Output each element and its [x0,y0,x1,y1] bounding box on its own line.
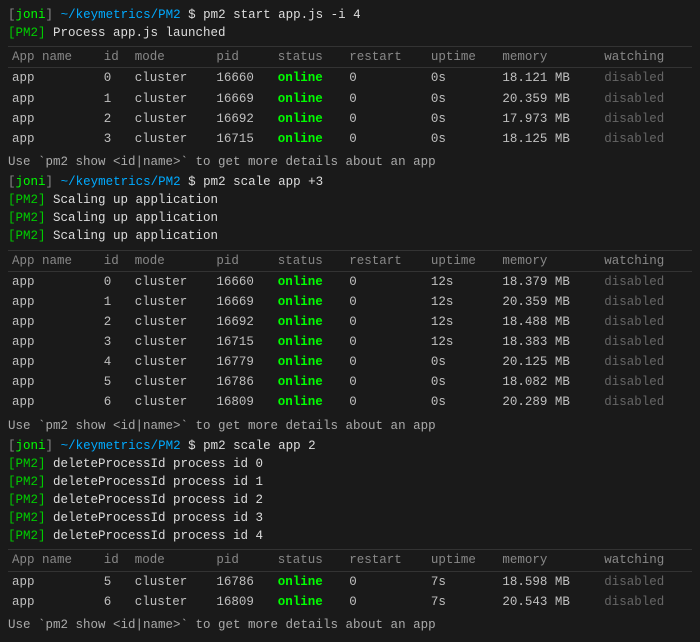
output-3-line-3: [PM2] deleteProcessId process id 2 [8,491,692,509]
th-id-2: id [100,250,131,271]
prompt-path-3: ~/keymetrics/PM2 [61,439,181,453]
hint-1: Use `pm2 show <id|name>` to get more det… [8,153,692,171]
th-pid-2: pid [212,250,273,271]
output-1-line-1: [PM2] Process app.js launched [8,24,692,42]
th-status-2: status [274,250,346,271]
section-3: [joni] ~/keymetrics/PM2 $ pm2 scale app … [8,437,692,634]
section-1: [joni] ~/keymetrics/PM2 $ pm2 start app.… [8,6,692,171]
table-3-header-row: App name id mode pid status restart upti… [8,550,692,571]
bracket-open-2: [ [8,175,16,189]
table-row: app5cluster16786online07s18.598 MBdisabl… [8,571,692,592]
cmd-2: $ pm2 scale app +3 [188,175,323,189]
hint-3: Use `pm2 show <id|name>` to get more det… [8,616,692,634]
output-2-line-1: [PM2] Scaling up application [8,191,692,209]
table-row: app2cluster16692online00s17.973 MBdisabl… [8,109,692,129]
table-row: app0cluster16660online00s18.121 MBdisabl… [8,68,692,89]
th-pid-3: pid [212,550,273,571]
cmd-3: $ pm2 scale app 2 [188,439,316,453]
table-row: app1cluster16669online00s20.359 MBdisabl… [8,89,692,109]
th-appname-2: App name [8,250,100,271]
hint-2: Use `pm2 show <id|name>` to get more det… [8,417,692,435]
th-restart-1: restart [345,47,427,68]
th-watching-1: watching [600,47,692,68]
th-id-1: id [100,47,131,68]
table-3-wrapper: App name id mode pid status restart upti… [8,549,692,611]
th-appname-3: App name [8,550,100,571]
table-1-header-row: App name id mode pid status restart upti… [8,47,692,68]
terminal-window: [joni] ~/keymetrics/PM2 $ pm2 start app.… [8,6,692,634]
th-restart-2: restart [345,250,427,271]
table-2: App name id mode pid status restart upti… [8,250,692,413]
th-pid-1: pid [212,47,273,68]
th-memory-3: memory [498,550,600,571]
cmd-1: $ pm2 start app.js -i 4 [188,8,361,22]
table-row: app3cluster16715online00s18.125 MBdisabl… [8,129,692,149]
prompt-line-3: [joni] ~/keymetrics/PM2 $ pm2 scale app … [8,437,692,455]
bracket-close-2: ] [46,175,54,189]
output-3-line-1: [PM2] deleteProcessId process id 0 [8,455,692,473]
th-status-3: status [274,550,346,571]
table-row: app6cluster16809online00s20.289 MBdisabl… [8,392,692,412]
th-mode-1: mode [131,47,213,68]
section-2: [joni] ~/keymetrics/PM2 $ pm2 scale app … [8,173,692,435]
th-uptime-3: uptime [427,550,499,571]
th-restart-3: restart [345,550,427,571]
output-3-line-2: [PM2] deleteProcessId process id 1 [8,473,692,491]
prompt-line-2: [joni] ~/keymetrics/PM2 $ pm2 scale app … [8,173,692,191]
prompt-user-3: joni [16,439,46,453]
bracket-open-1: [ [8,8,16,22]
table-1: App name id mode pid status restart upti… [8,46,692,149]
prompt-path-2: ~/keymetrics/PM2 [61,175,181,189]
bracket-close-1: ] [46,8,54,22]
table-row: app1cluster16669online012s20.359 MBdisab… [8,292,692,312]
pm2-tag-1: [PM2] [8,26,46,40]
bracket-close-3: ] [46,439,54,453]
th-uptime-2: uptime [427,250,499,271]
table-row: app4cluster16779online00s20.125 MBdisabl… [8,352,692,372]
table-row: app6cluster16809online07s20.543 MBdisabl… [8,592,692,612]
th-watching-3: watching [600,550,692,571]
prompt-path-1: ~/keymetrics/PM2 [61,8,181,22]
th-appname-1: App name [8,47,100,68]
table-row: app0cluster16660online012s18.379 MBdisab… [8,271,692,292]
table-row: app3cluster16715online012s18.383 MBdisab… [8,332,692,352]
table-3: App name id mode pid status restart upti… [8,549,692,611]
table-1-wrapper: App name id mode pid status restart upti… [8,46,692,149]
prompt-line-1: [joni] ~/keymetrics/PM2 $ pm2 start app.… [8,6,692,24]
output-text-1: Process app.js launched [53,26,226,40]
table-row: app2cluster16692online012s18.488 MBdisab… [8,312,692,332]
th-uptime-1: uptime [427,47,499,68]
table-2-wrapper: App name id mode pid status restart upti… [8,250,692,413]
th-watching-2: watching [600,250,692,271]
th-memory-1: memory [498,47,600,68]
th-status-1: status [274,47,346,68]
table-row: app5cluster16786online00s18.082 MBdisabl… [8,372,692,392]
prompt-user-1: joni [16,8,46,22]
table-2-header-row: App name id mode pid status restart upti… [8,250,692,271]
output-3-line-4: [PM2] deleteProcessId process id 3 [8,509,692,527]
bracket-open-3: [ [8,439,16,453]
th-id-3: id [100,550,131,571]
prompt-user-2: joni [16,175,46,189]
th-mode-3: mode [131,550,213,571]
th-mode-2: mode [131,250,213,271]
th-memory-2: memory [498,250,600,271]
output-3-line-5: [PM2] deleteProcessId process id 4 [8,527,692,545]
output-2-line-3: [PM2] Scaling up application [8,227,692,245]
output-2-line-2: [PM2] Scaling up application [8,209,692,227]
